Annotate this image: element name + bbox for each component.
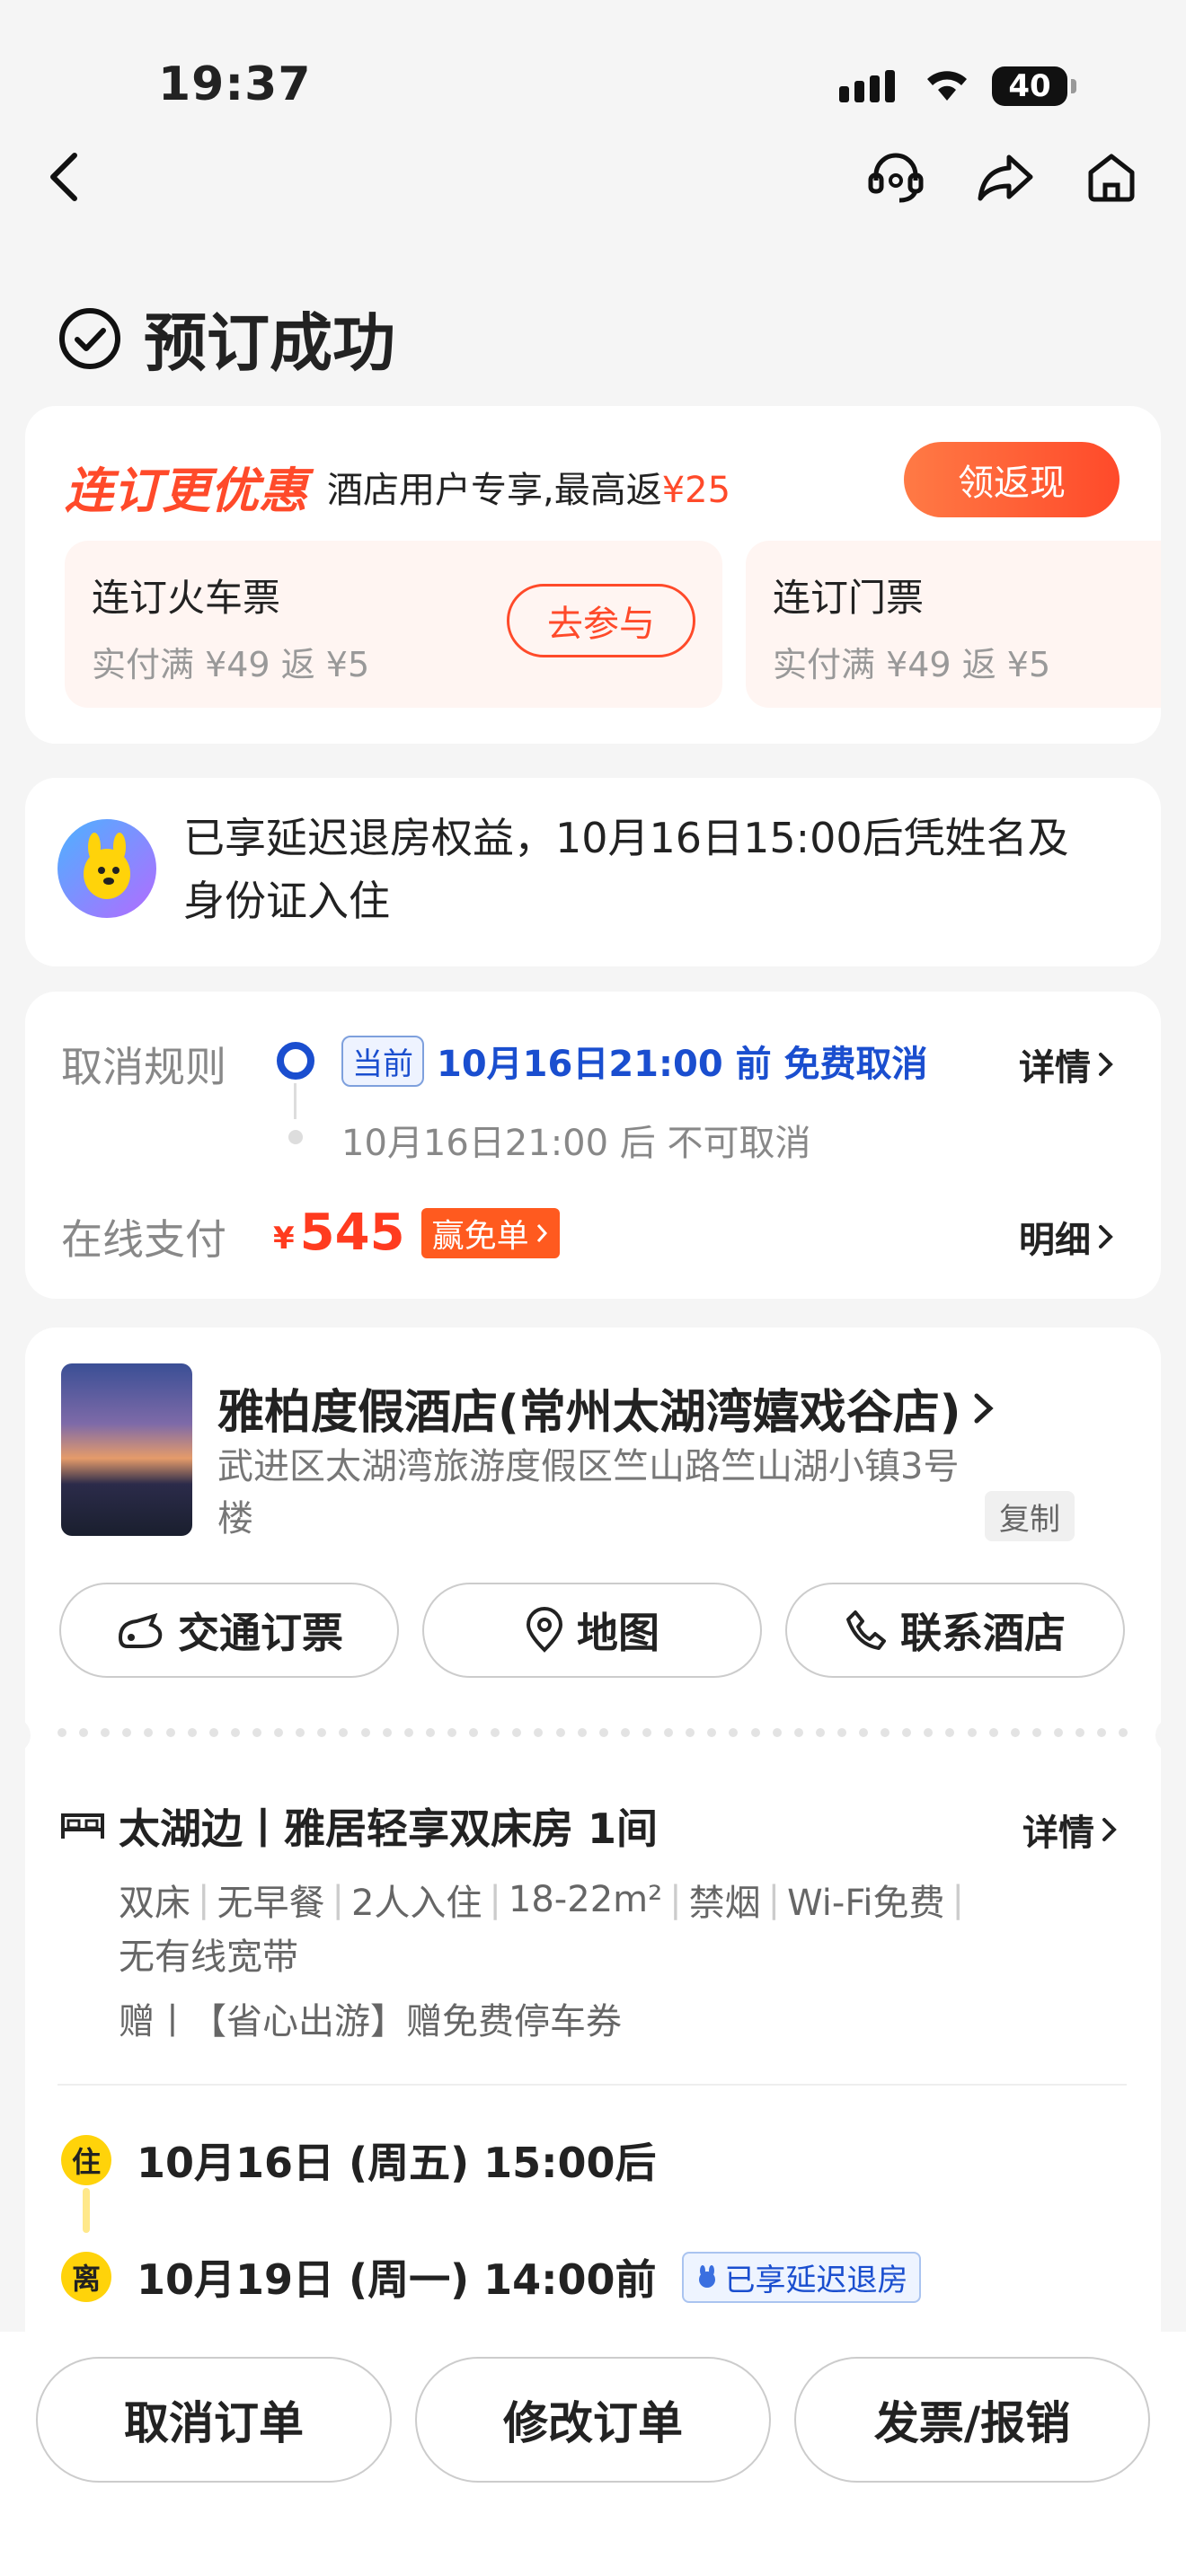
hotel-name: 雅柏度假酒店(常州太湖湾嬉戏谷店) [217, 1386, 961, 1440]
battery-icon: 40 [992, 66, 1076, 106]
page-title: 预订成功 [144, 306, 395, 380]
offer-card-ticket[interactable]: 连订门票 实付满 ¥49 返 ¥5 [746, 541, 1161, 708]
promo-max-cashback: ¥25 [661, 469, 731, 511]
customer-service-icon[interactable] [864, 146, 927, 208]
hotel-address: 武进区太湖湾旅游度假区竺山路竺山湖小镇3号楼 [217, 1446, 960, 1539]
get-cashback-button[interactable]: 领返现 [904, 442, 1120, 517]
invoice-button[interactable]: 发票/报销 [794, 2357, 1150, 2483]
room-amenities: 双床 | 无早餐 | 2人入住 | 18-22m² | 禁烟 | Wi-Fi免费 | [119, 1874, 971, 1926]
stay-connector [83, 2188, 90, 2233]
room-detail-link[interactable]: 详情 [1022, 1804, 1120, 1856]
non-cancel-rule: 10月16日21:00 后 不可取消 [341, 1123, 811, 1164]
bed-icon [61, 1813, 104, 1839]
wifi-icon [922, 65, 972, 106]
checkin-date: 10月16日 (周五) 15:00后 [137, 2139, 657, 2187]
divider [58, 2084, 1127, 2086]
amenity: 无早餐 [217, 1883, 325, 1924]
payment-detail-link[interactable]: 明细 [1019, 1211, 1116, 1263]
cancel-order-button[interactable]: 取消订单 [36, 2357, 392, 2483]
checkout-mark: 离 [61, 2252, 111, 2302]
transport-icon [118, 1612, 163, 1648]
hotel-name-link[interactable]: 雅柏度假酒店(常州太湖湾嬉戏谷店) [217, 1374, 997, 1442]
amenity: 禁烟 [688, 1883, 761, 1924]
hotel-image[interactable] [61, 1363, 192, 1536]
offer-desc: 实付满 ¥49 返 ¥5 [773, 645, 1051, 684]
chevron-right-icon [974, 1393, 994, 1423]
amenity: 2人入住 [350, 1883, 482, 1924]
payment-label: 在线支付 [61, 1215, 226, 1264]
offer-card-train[interactable]: 连订火车票 实付满 ¥49 返 ¥5 去参与 [65, 541, 722, 708]
transport-booking-button[interactable]: 交通订票 [59, 1583, 399, 1678]
amenity-line2: 无有线宽带 [119, 1936, 298, 1978]
room-header: 太湖边丨雅居轻享双床房 1间 [59, 1796, 658, 1856]
amenity: 18-22m² [508, 1879, 663, 1920]
join-offer-button[interactable]: 去参与 [507, 584, 695, 657]
success-check-icon [59, 307, 120, 369]
map-pin-icon [526, 1607, 563, 1653]
room-title: 太湖边丨雅居轻享双床房 1间 [119, 1804, 659, 1853]
promo-title: 连订更优惠 [65, 463, 307, 519]
current-tag: 当前 [341, 1035, 424, 1087]
amenity: 双床 [119, 1883, 190, 1924]
signal-icon [839, 70, 895, 102]
win-free-order-tag[interactable]: 赢免单 [420, 1207, 560, 1258]
map-button[interactable]: 地图 [422, 1583, 762, 1678]
checkin-mark: 住 [61, 2135, 111, 2185]
timeline-dot [288, 1130, 303, 1144]
cancel-detail-link[interactable]: 详情 [1019, 1038, 1116, 1090]
mascot-avatar [58, 819, 156, 918]
promo-subtitle: 酒店用户专享,最高返¥25 [327, 469, 731, 511]
free-cancel-rule: 10月16日21:00 前 免费取消 [437, 1044, 928, 1085]
chevron-right-icon [1102, 1818, 1117, 1841]
home-icon[interactable] [1080, 146, 1143, 208]
late-checkout-text: 已享延迟退房权益，10月16日15:00后凭姓名及身份证入住 [183, 814, 1069, 925]
phone-icon [846, 1610, 886, 1650]
chevron-right-icon [1099, 1225, 1113, 1248]
copy-address-button[interactable]: 复制 [985, 1491, 1075, 1541]
share-icon[interactable] [974, 146, 1037, 208]
late-checkout-tag: 已享延迟退房 [681, 2251, 921, 2303]
promo-header: 连订更优惠 酒店用户专享,最高返¥25 [65, 451, 730, 522]
checkin-row: 住 10月16日 (周五) 15:00后 [61, 2130, 657, 2190]
page-header: 预订成功 [58, 293, 395, 384]
mascot-icon [698, 2265, 715, 2288]
perforation-divider [22, 1728, 1164, 1741]
room-gift: 赠丨【省心出游】赠免费停车券 [119, 2001, 622, 2042]
modify-order-button[interactable]: 修改订单 [415, 2357, 771, 2483]
timeline-dot-current [277, 1042, 314, 1080]
cancel-rule-free: 当前 10月16日21:00 前 免费取消 [341, 1035, 928, 1087]
chevron-right-icon [536, 1223, 547, 1242]
checkout-row: 离 10月19日 (周一) 14:00前 已享延迟退房 [61, 2247, 921, 2307]
contact-hotel-button[interactable]: 联系酒店 [785, 1583, 1125, 1678]
timeline-line [294, 1083, 296, 1119]
offer-title: 连订门票 [773, 576, 925, 620]
status-time: 19:37 [158, 57, 312, 111]
chevron-right-icon [1099, 1053, 1113, 1076]
payment-amount: ¥ 545 赢免单 [273, 1204, 560, 1262]
checkout-date: 10月19日 (周一) 14:00前 [137, 2255, 657, 2304]
amenity: Wi-Fi免费 [787, 1883, 945, 1924]
cancel-rules-label: 取消规则 [61, 1043, 226, 1091]
back-icon[interactable] [32, 146, 95, 208]
